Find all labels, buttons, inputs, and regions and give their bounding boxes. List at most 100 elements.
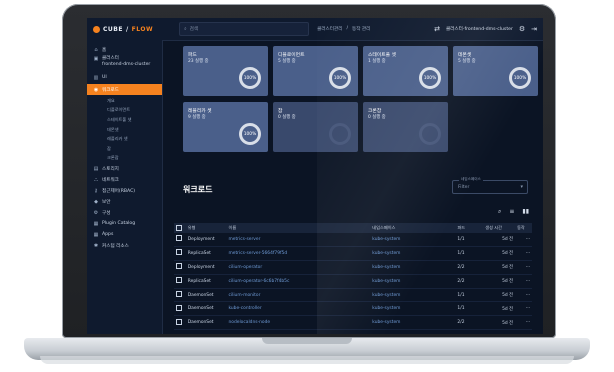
column-header-namespace[interactable]: 네임스페이스 (370, 223, 456, 233)
summary-card-pods[interactable]: 파드 23 실행 중 100% (183, 46, 268, 96)
sidebar-item-label: Plugin Catalog (102, 221, 136, 227)
cell-namespace[interactable]: kube-system (370, 274, 456, 289)
app-logo[interactable]: CUBE / FLOW (93, 25, 153, 33)
row-checkbox[interactable] (174, 288, 186, 303)
table-row[interactable]: DaemonSet cilium-monitor kube-system 1/1 5d … (174, 288, 532, 303)
table-row[interactable]: ReplicaSet cilium-operator-6c6b7f4b5c kube… (174, 274, 532, 289)
row-actions-button[interactable]: ··· (515, 260, 532, 275)
sidebar-item-workload[interactable]: ◉ 워크로드 (87, 84, 162, 95)
search-input[interactable]: ⌕ 검색 (179, 22, 310, 36)
row-actions-button[interactable]: ··· (515, 246, 532, 261)
sidebar: ⌂ 홈 ▣ 클러스터 frontend-dms-cluster ▥ UI ◉ 워… (87, 40, 163, 334)
summary-card-deployments[interactable]: 디플로이먼트 5 실행 중 100% (273, 46, 358, 96)
checkbox[interactable] (176, 291, 182, 297)
sidebar-sub-overview[interactable]: 개요 (87, 96, 162, 106)
table-row[interactable]: Deployment cilium-operator kube-system 2/2 5… (174, 260, 532, 275)
columns-icon[interactable]: ▮▮ (522, 208, 529, 216)
cell-name[interactable]: cilium-operator (226, 260, 371, 275)
cell-namespace[interactable]: kube-system (370, 315, 456, 331)
checkbox[interactable] (176, 318, 182, 325)
sidebar-item-apps[interactable]: ▦ Apps (87, 229, 162, 240)
row-checkbox[interactable] (174, 315, 186, 331)
row-checkbox[interactable] (174, 260, 186, 275)
logo-icon (93, 25, 100, 33)
cell-namespace[interactable]: kube-system (370, 260, 456, 275)
cell-name[interactable]: cilium-monitor (226, 288, 371, 303)
sidebar-item-plugin-catalog[interactable]: ▦ Plugin Catalog (87, 218, 162, 229)
sidebar-item-custom-resource[interactable]: ✱ 커스텀 리소스 (87, 240, 162, 251)
sidebar-item-security[interactable]: ◆ 보안 (87, 196, 162, 207)
sidebar-sub-deployments[interactable]: 디플로이먼트 (87, 106, 162, 116)
sidebar-item-home[interactable]: ⌂ 홈 (87, 44, 162, 55)
sidebar-item-cluster[interactable]: ▣ 클러스터 frontend-dms-cluster (87, 55, 162, 72)
setting-icon: ⚙ (93, 209, 99, 216)
cell-namespace[interactable]: kube-system (370, 301, 456, 317)
table-row[interactable]: DaemonSet nodelocaldns-node kube-system 2/2… (174, 315, 532, 331)
summary-card-cronjobs[interactable]: 크론잡 0 실행 중 (363, 102, 448, 152)
card-subtitle: 0 실행 중 (368, 115, 386, 120)
cell-name[interactable]: kube-controller (226, 301, 371, 317)
filter-icon[interactable]: ≡ (509, 208, 514, 216)
summary-card-statefulsets[interactable]: 스테이트풀 셋 1 실행 중 100% (363, 46, 448, 96)
row-actions-button[interactable]: ··· (515, 274, 532, 289)
row-checkbox[interactable] (174, 301, 186, 317)
column-header-name[interactable]: 이름 (226, 223, 371, 233)
cell-name[interactable]: metrics-server-5664f79f5d (226, 246, 371, 261)
row-checkbox[interactable] (174, 246, 186, 261)
cell-name[interactable]: metrics-server (226, 233, 371, 247)
column-header-pods[interactable]: 파드 (455, 223, 484, 233)
cluster-selector[interactable]: ⇄ 클러스터-frontend-dms-cluster ⚙ ⇥ (434, 25, 537, 33)
sidebar-sub-cronjobs[interactable]: 크론잡 (87, 154, 162, 164)
sidebar-sub-statefulsets[interactable]: 스테이트풀 셋 (87, 115, 162, 125)
cell-namespace[interactable]: kube-system (370, 288, 456, 303)
summary-card-replicasets[interactable]: 레플리카 셋 9 실행 중 100% (183, 102, 268, 152)
row-actions-button[interactable]: ··· (515, 301, 532, 317)
cell-namespace[interactable]: kube-system (370, 233, 456, 247)
sidebar-item-config[interactable]: ⚙ 구성 (87, 207, 162, 218)
namespace-filter-select[interactable]: 네임스페이스 Filter ▾ (452, 177, 528, 194)
sidebar-item-storage[interactable]: ▤ 스토리지 (87, 163, 162, 174)
sidebar-sub-replicasets[interactable]: 레플리카 셋 (87, 134, 162, 144)
logout-icon[interactable]: ⇥ (531, 25, 537, 33)
table-row[interactable]: ReplicaSet metrics-server-5664f79f5d kube-… (174, 246, 532, 261)
table-header-row: 유형 이름 네임스페이스 파드 생성 시간 동작 (174, 223, 532, 233)
cell-name[interactable]: cilium-operator-6c6b7f4b5c (226, 274, 371, 289)
checkbox[interactable] (176, 263, 182, 270)
breadcrumb-item[interactable]: 클러스터관리 (317, 26, 342, 32)
row-actions-button[interactable]: ··· (515, 315, 532, 331)
row-actions-button[interactable]: ··· (515, 288, 532, 303)
row-actions-button[interactable]: ··· (515, 233, 532, 247)
checkbox[interactable] (176, 235, 182, 242)
cell-name[interactable]: nodelocaldns-node (226, 315, 371, 331)
search-icon[interactable]: ⌕ (498, 208, 501, 216)
checkbox[interactable] (176, 224, 182, 231)
checkbox[interactable] (176, 277, 182, 284)
card-subtitle: 0 실행 중 (278, 115, 296, 120)
summary-card-daemonsets[interactable]: 데몬셋 5 실행 중 100% (453, 46, 538, 96)
gear-icon[interactable]: ⚙ (519, 25, 525, 33)
select-all-checkbox[interactable] (174, 223, 186, 233)
sidebar-sub-daemonsets[interactable]: 데몬셋 (87, 125, 162, 135)
table-row[interactable]: DaemonSet kube-controller kube-system 1/1 5d… (174, 301, 532, 317)
home-icon: ⌂ (94, 46, 98, 53)
cell-type: Deployment (185, 233, 227, 247)
access-icon: ⚷ (94, 187, 98, 194)
cell-namespace[interactable]: kube-system (370, 246, 456, 261)
row-checkbox[interactable] (174, 274, 186, 289)
summary-card-jobs[interactable]: 잡 0 실행 중 (273, 102, 358, 152)
laptop-screen: CUBE / FLOW ⌕ 검색 클러스터관리 / 동작 관리 ⇄ 클러스터-f… (87, 18, 543, 334)
row-checkbox[interactable] (174, 233, 186, 247)
column-header-created[interactable]: 생성 시간 (483, 223, 516, 233)
sidebar-item-ui[interactable]: ▥ UI (87, 72, 162, 83)
table-row[interactable]: Deployment metrics-server kube-system 1/1 5d… (174, 233, 532, 247)
card-subtitle: 23 실행 중 (188, 59, 209, 64)
sidebar-item-network[interactable]: ⛬ 네트워크 (87, 174, 162, 185)
sidebar-item-label: 네트워크 (102, 177, 119, 183)
checkbox[interactable] (176, 304, 182, 311)
sidebar-item-label: UI (102, 75, 107, 80)
sidebar-item-rbac[interactable]: ⚷ 접근제어(RBAC) (87, 185, 162, 196)
column-header-type[interactable]: 유형 (185, 223, 227, 233)
sidebar-sub-jobs[interactable]: 잡 (87, 144, 162, 154)
checkbox[interactable] (176, 249, 182, 256)
breadcrumb-item[interactable]: 동작 관리 (352, 26, 370, 32)
